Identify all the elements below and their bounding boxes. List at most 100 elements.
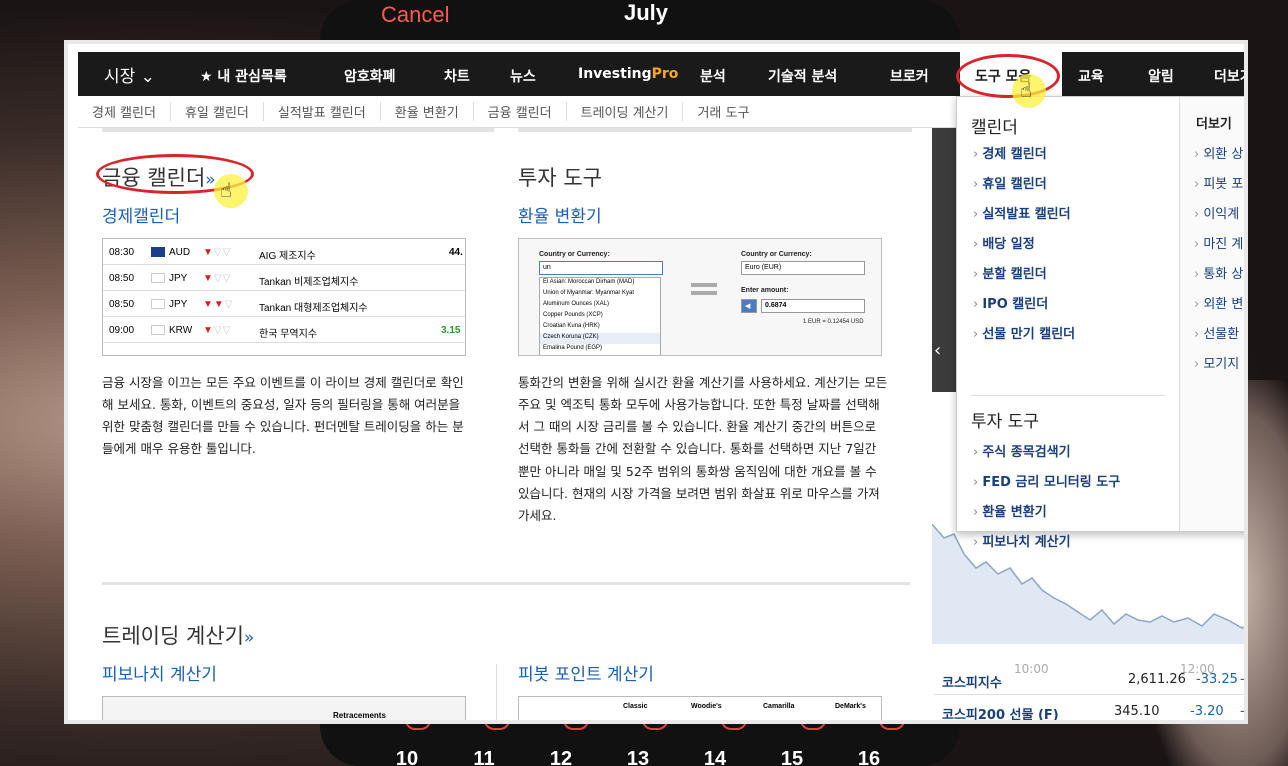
nav-market[interactable]: 시장 ⌄: [104, 62, 155, 87]
tools-dropdown: 캘린더 경제 캘린더 휴일 캘린더 실적발표 캘린더 배당 일정 분할 캘린더 …: [956, 96, 1244, 550]
dropdown-item-stock-screener[interactable]: 주식 종목검색기: [973, 441, 1070, 460]
day-label[interactable]: 11: [469, 748, 499, 766]
nav-analysis[interactable]: 분석: [700, 66, 726, 86]
index-name[interactable]: 코스피200 선물 (F): [942, 704, 1059, 720]
event-name: Tankan 대형제조업체지수: [259, 303, 368, 314]
converter-label: Country or Currency:: [539, 251, 610, 258]
fibonacci-preview[interactable]: Retracements: [102, 696, 466, 720]
index-change: -33.25: [1196, 672, 1238, 687]
economic-calendar-preview[interactable]: 08:30 AUD ▼▽▽ AIG 제조지수 44. 08:50 JPY ▼▽▽…: [102, 238, 466, 356]
importance-icon: ▼▽▽: [203, 247, 232, 258]
currency-converter-description: 통화간의 변환을 위해 실시간 환율 계산기를 사용하세요. 계산기는 모든 주…: [518, 375, 888, 523]
dropdown-item-fibonacci[interactable]: 피보나치 계산기: [973, 531, 1070, 550]
nav-charts[interactable]: 차트: [444, 66, 470, 86]
dropdown-more-item[interactable]: 마진 계: [1194, 233, 1243, 252]
divider: [496, 664, 497, 720]
calendar-row: 09:00 KRW ▼▽▽ 한국 무역지수 3.15: [103, 317, 465, 343]
divider: [102, 128, 494, 132]
list-item[interactable]: Czech Koruna (CZK): [540, 333, 660, 344]
trading-calculator-title[interactable]: 트레이딩 계산기»: [102, 620, 254, 650]
dropdown-more-item[interactable]: 모기지: [1194, 353, 1239, 372]
fibonacci-calculator-link[interactable]: 피보나치 계산기: [102, 660, 217, 685]
dropdown-item-ipo-calendar[interactable]: IPO 캘린더: [973, 293, 1048, 312]
retracements-label: Retracements: [333, 711, 386, 720]
subnav-trade-tools[interactable]: 거래 도구: [683, 102, 763, 121]
currency-converter-preview[interactable]: Country or Currency: Country or Currency…: [518, 238, 882, 356]
event-currency: KRW: [169, 325, 193, 336]
dropdown-more-item[interactable]: 외환 상: [1194, 143, 1243, 162]
swap-button[interactable]: ◀: [741, 299, 757, 313]
divider: [971, 395, 1165, 396]
dropdown-more-item[interactable]: 통화 상: [1194, 263, 1243, 282]
day-label[interactable]: 12: [546, 748, 576, 766]
dropdown-tools-heading: 투자 도구: [971, 412, 1039, 432]
nav-education[interactable]: 교육: [1078, 66, 1104, 86]
pivot-preview[interactable]: Classic Woodie's Camarilla DeMark's: [518, 696, 882, 720]
amount-input[interactable]: 0.6874: [761, 299, 865, 313]
hand-cursor-icon: ☝: [1020, 78, 1033, 102]
list-item[interactable]: Emalina Pound (EGP): [540, 344, 660, 355]
dropdown-more-item[interactable]: 선물환: [1194, 323, 1239, 342]
nav-watchlist[interactable]: ★ 내 관심목록: [200, 66, 287, 86]
dropdown-more-item[interactable]: 피봇 포: [1194, 173, 1243, 192]
chevron-left-icon[interactable]: ‹: [934, 340, 941, 361]
nav-technical[interactable]: 기술적 분석: [768, 66, 837, 86]
subnav-trading-calc[interactable]: 트레이딩 계산기: [567, 102, 684, 121]
currency-suggestion-list[interactable]: El Asian: Moroccan Dirham (MAD) Union of…: [539, 277, 661, 355]
day-label[interactable]: 16: [854, 748, 884, 766]
subnav-converter[interactable]: 환율 변환기: [381, 102, 474, 121]
nav-crypto[interactable]: 암호화폐: [344, 66, 396, 86]
index-change-pct: -1: [1240, 672, 1245, 687]
nav-news[interactable]: 뉴스: [510, 66, 536, 86]
event-time: 08:50: [109, 273, 135, 284]
calendar-row: 08:50 JPY ▼▽▽ Tankan 비제조업체지수: [103, 265, 465, 291]
subnav-economic[interactable]: 경제 캘린더: [78, 102, 171, 121]
investment-tools-title: 투자 도구: [518, 166, 602, 190]
cancel-button[interactable]: Cancel: [381, 2, 449, 28]
dropdown-item-economic-calendar[interactable]: 경제 캘린더: [973, 143, 1046, 162]
dropdown-item-holiday-calendar[interactable]: 휴일 캘린더: [973, 173, 1046, 192]
subnav-earnings[interactable]: 실적발표 캘린더: [264, 102, 381, 121]
nav-more[interactable]: 더보기: [1214, 66, 1244, 86]
event-time: 08:50: [109, 299, 135, 310]
dropdown-item-currency-converter[interactable]: 환율 변환기: [973, 501, 1046, 520]
dropdown-item-split-calendar[interactable]: 분할 캘린더: [973, 263, 1046, 282]
subnav-finance[interactable]: 금융 캘린더: [474, 102, 567, 121]
currency-converter-link[interactable]: 환율 변환기: [518, 202, 602, 227]
flag-icon: [151, 273, 165, 283]
currency-input[interactable]: un: [539, 261, 663, 275]
dropdown-main-column: 캘린더 경제 캘린더 휴일 캘린더 실적발표 캘린더 배당 일정 분할 캘린더 …: [957, 97, 1179, 550]
dropdown-more-item[interactable]: 이익계: [1194, 203, 1239, 222]
list-item[interactable]: El Asian: Moroccan Dirham (MAD): [540, 278, 660, 289]
dropdown-item-futures-expiry[interactable]: 선물 만기 캘린더: [973, 323, 1075, 342]
index-change-pct: -0: [1240, 704, 1245, 719]
dropdown-item-earnings-calendar[interactable]: 실적발표 캘린더: [973, 203, 1070, 222]
day-label[interactable]: 13: [623, 748, 653, 766]
day-row: 10 11 12 13 14 15 16: [392, 748, 884, 766]
index-name[interactable]: 코스피지수: [942, 672, 1002, 691]
pivot-point-calculator-link[interactable]: 피봇 포인트 계산기: [518, 660, 654, 685]
dropdown-more-item[interactable]: 외환 변: [1194, 293, 1243, 312]
subnav-holiday[interactable]: 휴일 캘린더: [171, 102, 264, 121]
event-value: 3.15: [441, 325, 461, 336]
list-item[interactable]: Croatian Kuna (HRK): [540, 322, 660, 333]
list-item[interactable]: Aluminum Ounces (XAL): [540, 300, 660, 311]
dropdown-item-fed-monitor[interactable]: FED 금리 모니터링 도구: [973, 471, 1120, 490]
dropdown-item-dividend-calendar[interactable]: 배당 일정: [973, 233, 1034, 252]
event-name: AIG 제조지수: [259, 251, 316, 262]
day-label[interactable]: 14: [700, 748, 730, 766]
list-item[interactable]: Union of Myanmar: Myanmar Kyat: [540, 289, 660, 300]
nav-brokers[interactable]: 브로커: [890, 66, 929, 86]
nav-alerts[interactable]: 알림: [1148, 66, 1174, 86]
nav-investing-pro[interactable]: InvestingPro: [578, 66, 678, 82]
equals-icon: [691, 283, 717, 287]
pivot-col: Camarilla: [763, 703, 795, 710]
list-item[interactable]: Copper Pounds (XCP): [540, 311, 660, 322]
event-time: 08:30: [109, 247, 135, 258]
currency-select[interactable]: Euro (EUR): [741, 261, 865, 275]
day-label[interactable]: 10: [392, 748, 422, 766]
importance-icon: ▼▼▽: [203, 299, 234, 310]
day-label[interactable]: 15: [777, 748, 807, 766]
economic-calendar-link[interactable]: 경제캘린더: [102, 202, 180, 227]
pivot-col: Woodie's: [691, 703, 722, 710]
